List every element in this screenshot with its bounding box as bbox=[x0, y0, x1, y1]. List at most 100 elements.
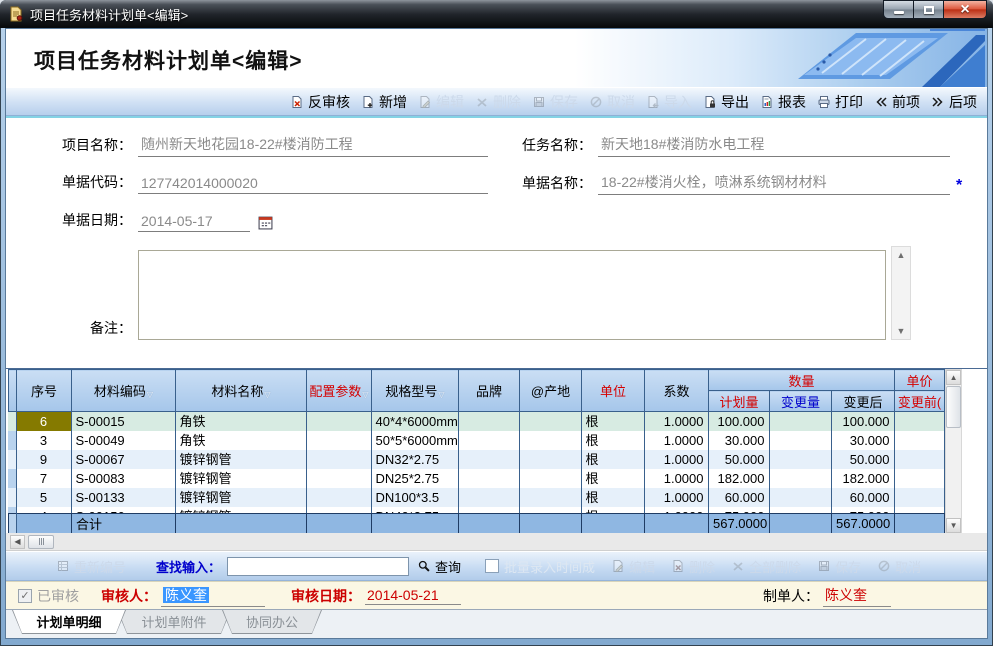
scroll-down-button[interactable]: ▼ bbox=[946, 518, 961, 533]
remarks-input[interactable] bbox=[138, 250, 886, 340]
cell-config[interactable] bbox=[306, 450, 371, 469]
tab-1[interactable]: 计划单明细 bbox=[12, 610, 126, 634]
audit-date-value[interactable]: 2014-05-21 bbox=[365, 587, 461, 605]
filter-icon[interactable]: ▽ bbox=[362, 390, 368, 399]
cell-changed[interactable] bbox=[769, 412, 831, 431]
scroll-up-button[interactable]: ▲ bbox=[946, 370, 961, 385]
col-unit-header[interactable]: 单位 bbox=[582, 370, 645, 412]
scroll-down-icon[interactable]: ▼ bbox=[897, 326, 906, 336]
add-new-button[interactable]: 新增 bbox=[361, 92, 407, 112]
cell-code[interactable]: S-00049 bbox=[71, 431, 175, 450]
cell-origin[interactable] bbox=[519, 488, 581, 507]
cell-ind[interactable] bbox=[8, 488, 16, 507]
cell-spec[interactable]: DN100*3.5 bbox=[371, 488, 458, 507]
cell-config[interactable] bbox=[306, 412, 371, 431]
grid-row[interactable]: 5S-00133镀锌钢管DN100*3.5根1.000060.00060.000 bbox=[8, 488, 944, 507]
cell-origin[interactable] bbox=[519, 431, 581, 450]
cell-brand[interactable] bbox=[458, 488, 519, 507]
cell-brand[interactable] bbox=[458, 412, 519, 431]
grid-row[interactable]: 9S-00067镀锌钢管DN32*2.75根1.000050.00050.000 bbox=[8, 450, 944, 469]
cell-brand[interactable] bbox=[458, 450, 519, 469]
cell-planned[interactable]: 182.000 bbox=[708, 469, 769, 488]
grid-row[interactable]: 6S-00015角铁40*4*6000mm根1.0000100.000100.0… bbox=[8, 412, 944, 431]
horizontal-scroll-thumb[interactable] bbox=[28, 535, 54, 549]
cell-coef[interactable]: 1.0000 bbox=[644, 469, 708, 488]
cell-planned[interactable]: 30.000 bbox=[708, 431, 769, 450]
report-button[interactable]: 报表 bbox=[760, 92, 806, 112]
cell-name[interactable]: 角铁 bbox=[175, 431, 306, 450]
cell-unit[interactable]: 根 bbox=[581, 469, 644, 488]
cell-before_price[interactable] bbox=[894, 488, 944, 507]
cell-changed[interactable] bbox=[769, 431, 831, 450]
col-after-header[interactable]: 变更后 bbox=[832, 391, 895, 412]
grid-row[interactable]: 3S-00049角铁50*5*6000mm根1.000030.00030.000 bbox=[8, 431, 944, 450]
filter-icon[interactable]: ▽ bbox=[438, 390, 444, 399]
calendar-icon[interactable] bbox=[258, 215, 273, 230]
cell-seq[interactable]: 6 bbox=[16, 412, 71, 431]
tab-2[interactable]: 计划单附件 bbox=[117, 610, 231, 634]
query-button[interactable]: 查询 bbox=[417, 557, 461, 576]
col-brand-header[interactable]: 品牌 bbox=[459, 370, 520, 412]
cell-config[interactable] bbox=[306, 469, 371, 488]
col-planned-header[interactable]: 计划量 bbox=[709, 391, 770, 412]
col-spec-header[interactable]: 规格型号▽ bbox=[372, 370, 459, 412]
col-config-header[interactable]: 配置参数▽ bbox=[307, 370, 372, 412]
cell-brand[interactable] bbox=[458, 469, 519, 488]
cell-seq[interactable]: 9 bbox=[16, 450, 71, 469]
grid-vertical-scrollbar[interactable]: ▲ ▼ bbox=[945, 369, 962, 534]
filter-icon[interactable]: ▽ bbox=[264, 390, 270, 399]
cell-before_price[interactable] bbox=[894, 412, 944, 431]
cell-spec[interactable]: DN32*2.75 bbox=[371, 450, 458, 469]
doc-code-value[interactable]: 127742014000020 bbox=[138, 175, 488, 194]
cell-after[interactable]: 100.000 bbox=[831, 412, 894, 431]
col-code-header[interactable]: 材料编码▽ bbox=[72, 370, 176, 412]
cell-code[interactable]: S-00015 bbox=[71, 412, 175, 431]
cell-name[interactable]: 镀锌钢管 bbox=[175, 488, 306, 507]
cell-origin[interactable] bbox=[519, 469, 581, 488]
cell-code[interactable]: S-00067 bbox=[71, 450, 175, 469]
cell-ind[interactable] bbox=[8, 469, 16, 488]
cell-spec[interactable]: 40*4*6000mm bbox=[371, 412, 458, 431]
col-changed-header[interactable]: 变更量 bbox=[770, 391, 832, 412]
auditor-field[interactable]: 陈义奎 bbox=[161, 585, 265, 607]
cell-brand[interactable] bbox=[458, 431, 519, 450]
col-name-header[interactable]: 材料名称▽ bbox=[176, 370, 307, 412]
cell-unit[interactable]: 根 bbox=[581, 431, 644, 450]
cell-planned[interactable]: 60.000 bbox=[708, 488, 769, 507]
cell-code[interactable]: S-00133 bbox=[71, 488, 175, 507]
cell-spec[interactable]: 50*5*6000mm bbox=[371, 431, 458, 450]
grid-horizontal-scrollbar[interactable]: ◀ bbox=[6, 533, 987, 551]
col-before_price-header[interactable]: 变更前( bbox=[895, 391, 945, 412]
maker-value[interactable]: 陈义奎 bbox=[823, 585, 891, 607]
cell-changed[interactable] bbox=[769, 488, 831, 507]
doc-date-value[interactable]: 2014-05-17 bbox=[138, 213, 250, 232]
doc-name-value[interactable]: 18-22#楼消火栓，喷淋系统钢材材料 bbox=[598, 172, 950, 195]
scroll-left-button[interactable]: ◀ bbox=[10, 535, 25, 549]
minimize-button[interactable] bbox=[883, 0, 913, 19]
cell-ind[interactable] bbox=[8, 431, 16, 450]
maximize-button[interactable] bbox=[913, 0, 943, 19]
cell-coef[interactable]: 1.0000 bbox=[644, 450, 708, 469]
cell-before_price[interactable] bbox=[894, 431, 944, 450]
col-seq-header[interactable]: 序号 bbox=[17, 370, 72, 412]
vertical-scroll-thumb[interactable] bbox=[946, 386, 961, 428]
cell-name[interactable]: 角铁 bbox=[175, 412, 306, 431]
cell-code[interactable]: S-00083 bbox=[71, 469, 175, 488]
cell-after[interactable]: 60.000 bbox=[831, 488, 894, 507]
cell-after[interactable]: 30.000 bbox=[831, 431, 894, 450]
cell-seq[interactable]: 7 bbox=[16, 469, 71, 488]
search-input[interactable] bbox=[227, 557, 409, 576]
print-button[interactable]: 打印 bbox=[817, 92, 863, 112]
cell-planned[interactable]: 50.000 bbox=[708, 450, 769, 469]
cell-planned[interactable]: 100.000 bbox=[708, 412, 769, 431]
cell-seq[interactable]: 3 bbox=[16, 431, 71, 450]
cell-coef[interactable]: 1.0000 bbox=[644, 488, 708, 507]
cell-config[interactable] bbox=[306, 488, 371, 507]
cell-ind[interactable] bbox=[8, 412, 16, 431]
close-button[interactable]: × bbox=[943, 0, 987, 19]
filter-icon[interactable]: ▽ bbox=[147, 390, 153, 399]
cell-coef[interactable]: 1.0000 bbox=[644, 431, 708, 450]
cell-ind[interactable] bbox=[8, 450, 16, 469]
cell-seq[interactable]: 5 bbox=[16, 488, 71, 507]
remarks-scrollbar[interactable]: ▲ ▼ bbox=[891, 246, 911, 340]
